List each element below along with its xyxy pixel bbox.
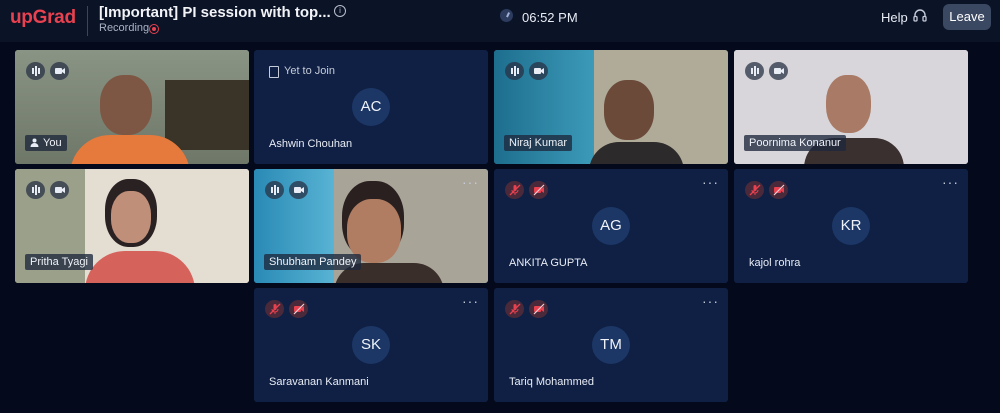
camera-icon[interactable] [50, 62, 69, 80]
participant-face [604, 80, 654, 140]
headset-icon[interactable] [913, 9, 927, 23]
recording-indicator-icon [149, 24, 159, 34]
camera-off-icon[interactable] [769, 181, 788, 199]
participant-name: Shubham Pandey [264, 254, 362, 270]
participant-name: Ashwin Chouhan [269, 138, 353, 150]
camera-off-icon[interactable] [529, 300, 548, 318]
participant-name: You [25, 135, 67, 151]
participant-name: kajol rohra [749, 257, 801, 269]
session-title: [Important] PI session with top... [99, 4, 331, 21]
recording-label: Recording [99, 22, 150, 34]
camera-icon[interactable] [289, 181, 308, 199]
more-options-icon[interactable]: ··· [702, 175, 719, 189]
leave-button[interactable]: Leave [943, 4, 991, 30]
participant-name: ANKITA GUPTA [509, 257, 588, 269]
participant-face [100, 75, 152, 135]
top-bar: upGrad [Important] PI session with top..… [0, 0, 1000, 42]
avatar: TM [592, 326, 630, 364]
mic-icon[interactable] [26, 181, 45, 199]
mic-icon[interactable] [505, 62, 524, 80]
mic-off-icon[interactable] [745, 181, 764, 199]
join-status: Yet to Join [284, 65, 335, 77]
participant-tile-ashwin-chouhan[interactable]: Yet to Join AC Ashwin Chouhan [254, 50, 488, 164]
more-options-icon[interactable]: ··· [462, 175, 479, 189]
mic-off-icon[interactable] [265, 300, 284, 318]
header-divider [87, 6, 88, 36]
avatar: SK [352, 326, 390, 364]
participant-tile-ankita-gupta[interactable]: ··· AG ANKITA GUPTA [494, 169, 728, 283]
clock-icon [500, 9, 513, 22]
info-icon[interactable]: i [334, 5, 346, 17]
bookshelf-background [165, 80, 249, 150]
mic-icon[interactable] [745, 62, 764, 80]
mic-icon[interactable] [26, 62, 45, 80]
mic-off-icon[interactable] [505, 300, 524, 318]
participant-name: Tariq Mohammed [509, 376, 594, 388]
avatar: AC [352, 88, 390, 126]
participant-name: Pritha Tyagi [25, 254, 93, 270]
mic-off-icon[interactable] [505, 181, 524, 199]
participant-tile-tariq-mohammed[interactable]: ··· TM Tariq Mohammed [494, 288, 728, 402]
participant-name: Saravanan Kanmani [269, 376, 369, 388]
door-icon [269, 66, 279, 78]
avatar: KR [832, 207, 870, 245]
more-options-icon[interactable]: ··· [942, 175, 959, 189]
upgrad-logo: upGrad [10, 7, 76, 28]
participant-name: Niraj Kumar [504, 135, 573, 151]
camera-icon[interactable] [769, 62, 788, 80]
avatar: AG [592, 207, 630, 245]
participant-tile-you[interactable]: You [15, 50, 249, 164]
session-time: 06:52 PM [522, 10, 578, 25]
camera-icon[interactable] [529, 62, 548, 80]
participant-tile-kajol-rohra[interactable]: ··· KR kajol rohra [734, 169, 968, 283]
camera-off-icon[interactable] [529, 181, 548, 199]
mic-icon[interactable] [265, 181, 284, 199]
camera-off-icon[interactable] [289, 300, 308, 318]
participant-face [826, 75, 871, 133]
more-options-icon[interactable]: ··· [702, 294, 719, 308]
participant-tile-pritha-tyagi[interactable]: Pritha Tyagi [15, 169, 249, 283]
participant-face [111, 191, 151, 243]
participant-name: Poornima Konanur [744, 135, 846, 151]
help-link[interactable]: Help [881, 10, 908, 25]
more-options-icon[interactable]: ··· [462, 294, 479, 308]
user-icon [30, 138, 39, 147]
participant-tile-shubham-pandey[interactable]: ··· Shubham Pandey [254, 169, 488, 283]
participant-tile-poornima-konanur[interactable]: Poornima Konanur [734, 50, 968, 164]
participant-tile-niraj-kumar[interactable]: Niraj Kumar [494, 50, 728, 164]
participant-tile-saravanan-kanmani[interactable]: ··· SK Saravanan Kanmani [254, 288, 488, 402]
camera-icon[interactable] [50, 181, 69, 199]
